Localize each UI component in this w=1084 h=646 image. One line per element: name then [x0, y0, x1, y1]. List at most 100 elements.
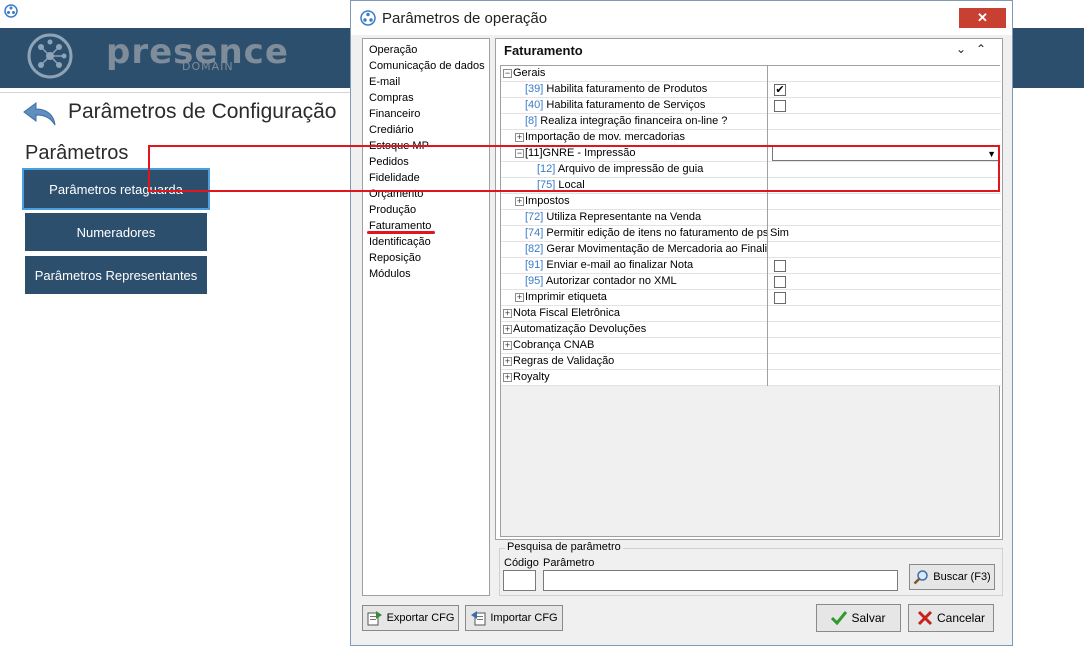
parameter-value-cell[interactable]: Sim [770, 226, 1000, 241]
parameter-code: [75] [537, 179, 556, 191]
expand-icon[interactable]: + [503, 308, 512, 318]
parameter-name-cell: + Cobrança CNAB [501, 338, 767, 353]
numeradores-button[interactable]: Numeradores [25, 213, 207, 251]
expand-icon[interactable]: + [515, 292, 524, 302]
parameter-row[interactable]: + Impostos [501, 194, 1001, 210]
salvar-button[interactable]: Salvar [816, 604, 901, 632]
parameter-value-cell[interactable]: ✔ [770, 82, 1000, 97]
parameter-value-cell[interactable] [770, 114, 1000, 129]
parameter-row[interactable]: + Automatização Devoluções [501, 322, 1001, 338]
parameter-row[interactable]: + Regras de Validação [501, 354, 1001, 370]
parameter-checkbox[interactable] [774, 292, 786, 304]
parameters-panel: Faturamento ⌄⌃ − Gerais [39] Habilita fatu… [495, 38, 1003, 540]
collapse-expand-icons[interactable]: ⌄⌃ [956, 42, 996, 56]
expand-icon[interactable]: + [503, 324, 512, 334]
parameter-value-cell[interactable] [770, 210, 1000, 225]
parameter-value-cell[interactable] [770, 322, 1000, 337]
category-fidelidade[interactable]: Fidelidade [369, 170, 489, 186]
parameter-value-cell[interactable] [770, 98, 1000, 113]
collapse-icon[interactable]: − [515, 148, 524, 158]
parameter-row[interactable]: + Cobrança CNAB [501, 338, 1001, 354]
category-producao[interactable]: Produção [369, 202, 489, 218]
expand-icon[interactable]: + [515, 196, 524, 206]
parameter-value-cell[interactable] [770, 242, 1000, 257]
parameter-value-cell[interactable] [770, 338, 1000, 353]
parameter-grid: − Gerais [39] Habilita faturamento de Prod… [500, 65, 1001, 537]
parametros-representantes-button[interactable]: Parâmetros Representantes [25, 256, 207, 294]
app-icon [4, 4, 18, 18]
parameter-value-cell[interactable] [770, 370, 1000, 385]
param-input[interactable] [543, 570, 898, 591]
parameter-label: Nota Fiscal Eletrônica [513, 307, 620, 319]
category-estoque-mp[interactable]: Estoque MP [369, 138, 489, 154]
parametros-retaguarda-button[interactable]: Parâmetros retaguarda [22, 168, 210, 210]
exportar-cfg-button[interactable]: Exportar CFG [362, 605, 459, 631]
parameter-row[interactable]: − [11]GNRE - Impressão ▼ [501, 146, 1001, 162]
parameter-label: Gerais [513, 67, 546, 79]
parameter-value-cell[interactable]: ▼ [770, 146, 1000, 161]
gnre-dropdown[interactable]: ▼ [772, 146, 1000, 161]
category-pedidos[interactable]: Pedidos [369, 154, 489, 170]
parameter-row[interactable]: [12] Arquivo de impressão de guia [501, 162, 1001, 178]
expand-icon[interactable]: + [503, 340, 512, 350]
parameter-name-cell: − Gerais [501, 66, 767, 81]
parameter-label: Habilita faturamento de Produtos [546, 83, 708, 95]
parameter-row[interactable]: + Importação de mov. mercadorias [501, 130, 1001, 146]
parameter-value-cell[interactable] [770, 274, 1000, 289]
cancelar-label: Cancelar [936, 611, 986, 625]
back-arrow-icon[interactable] [22, 100, 58, 128]
cancel-x-icon [917, 610, 933, 626]
page-title: Parâmetros de Configuração [68, 100, 337, 123]
parameter-value-cell[interactable] [770, 258, 1000, 273]
expand-icon[interactable]: + [503, 356, 512, 366]
parameter-value-cell[interactable] [770, 178, 1000, 193]
parameter-row[interactable]: + Nota Fiscal Eletrônica [501, 306, 1001, 322]
category-reposicao[interactable]: Reposição [369, 250, 489, 266]
parameter-value-cell[interactable] [770, 354, 1000, 369]
collapse-icon[interactable]: − [503, 68, 512, 78]
parameter-row[interactable]: + Imprimir etiqueta [501, 290, 1001, 306]
cancelar-button[interactable]: Cancelar [908, 604, 994, 632]
parameter-checkbox[interactable] [774, 276, 786, 288]
parameter-row[interactable]: [40] Habilita faturamento de Serviços [501, 98, 1001, 114]
category-crediario[interactable]: Crediário [369, 122, 489, 138]
parameter-row[interactable]: + Royalty [501, 370, 1001, 386]
chevron-down-icon[interactable]: ▼ [987, 147, 996, 161]
parameter-value-cell[interactable] [770, 290, 1000, 305]
expand-icon[interactable]: + [515, 132, 524, 142]
close-button[interactable]: ✕ [959, 8, 1006, 28]
parameter-row[interactable]: [95] Autorizar contador no XML [501, 274, 1001, 290]
parameter-row[interactable]: [91] Enviar e-mail ao finalizar Nota [501, 258, 1001, 274]
parameter-row[interactable]: [82] Gerar Movimentação de Mercadoria ao… [501, 242, 1001, 258]
parameter-value-cell[interactable] [770, 66, 1000, 81]
category-operacao[interactable]: Operação [369, 42, 489, 58]
category-comunicacao-dados[interactable]: Comunicação de dados [369, 58, 489, 74]
importar-cfg-button[interactable]: Importar CFG [465, 605, 563, 631]
parameter-value-cell[interactable] [770, 194, 1000, 209]
parameter-checkbox[interactable] [774, 100, 786, 112]
code-input[interactable] [503, 570, 536, 591]
parameter-value-cell[interactable] [770, 130, 1000, 145]
parameter-label: Enviar e-mail ao finalizar Nota [546, 259, 694, 271]
parameter-value-cell[interactable] [770, 162, 1000, 177]
parameter-checkbox[interactable]: ✔ [774, 84, 786, 96]
parameter-label: Royalty [513, 371, 550, 383]
expand-icon[interactable]: + [503, 372, 512, 382]
parameter-row[interactable]: [74] Permitir edição de itens no faturam… [501, 226, 1001, 242]
parameter-row[interactable]: [72] Utiliza Representante na Venda [501, 210, 1001, 226]
parameter-label: Local [558, 179, 585, 191]
category-financeiro[interactable]: Financeiro [369, 106, 489, 122]
parameter-checkbox[interactable] [774, 260, 786, 272]
parameter-row[interactable]: [8] Realiza integração financeira on-lin… [501, 114, 1001, 130]
category-email[interactable]: E-mail [369, 74, 489, 90]
parameter-row[interactable]: − Gerais [501, 66, 1001, 82]
parameter-row[interactable]: [75] Local [501, 178, 1001, 194]
category-compras[interactable]: Compras [369, 90, 489, 106]
category-modulos[interactable]: Módulos [369, 266, 489, 282]
parameter-value-cell[interactable] [770, 306, 1000, 321]
parameter-row[interactable]: [39] Habilita faturamento de Produtos ✔ [501, 82, 1001, 98]
category-identificacao[interactable]: Identificação [369, 234, 489, 250]
column-separator [767, 354, 768, 370]
buscar-button[interactable]: Buscar (F3) [909, 564, 995, 590]
category-orcamento[interactable]: Orçamento [369, 186, 489, 202]
